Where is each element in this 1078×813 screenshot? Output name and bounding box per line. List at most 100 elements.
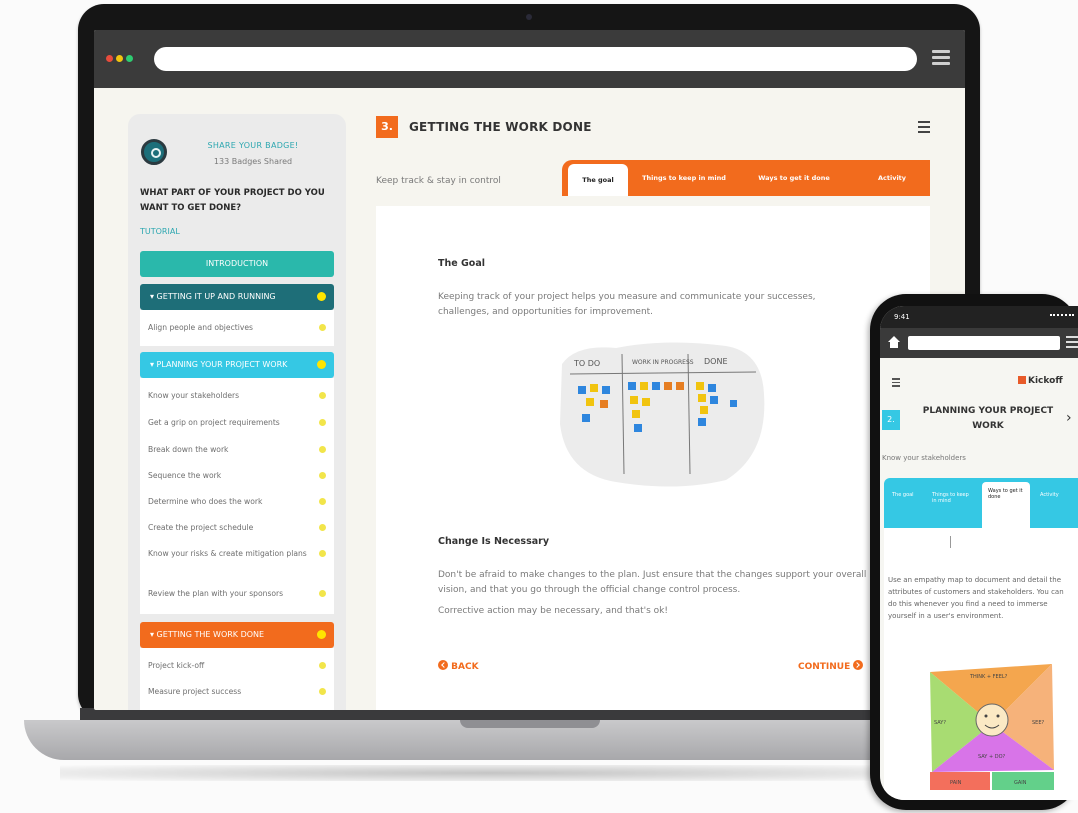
sidebar-item-kick-off[interactable]: Project kick-off (148, 660, 328, 671)
phone-tab-the-goal[interactable]: The goal (892, 492, 922, 498)
product-mockup-scene: SHARE YOUR BADGE! 133 Badges Shared WHAT… (0, 0, 1078, 813)
progress-dot-icon (317, 292, 326, 301)
chevron-right-icon[interactable]: › (1066, 410, 1072, 426)
menu-icon[interactable] (918, 121, 930, 133)
tab-ways-to-get-it-done[interactable]: Ways to get it done (744, 160, 844, 196)
phone-tab-things-to-keep[interactable]: Things to keep in mind (932, 492, 972, 504)
phone-status-bar: 9:41 (880, 306, 1078, 328)
map-label-pain: PAIN (950, 780, 962, 786)
sidebar-item-align-people[interactable]: Align people and objectives (148, 322, 328, 333)
status-dot-icon (319, 688, 326, 695)
status-dot-icon (319, 472, 326, 479)
kanban-todo-label: TO DO (573, 359, 600, 368)
sidebar-item-measure[interactable]: Measure project success (148, 686, 328, 697)
page-subtitle: Keep track & stay in control (376, 176, 501, 186)
phone-body-text: Use an empathy map to document and detai… (888, 576, 1064, 620)
phone-tab-activity[interactable]: Activity (1040, 492, 1076, 498)
badge-icon[interactable] (141, 139, 167, 165)
section-label: ▾ PLANNING YOUR PROJECT WORK (150, 360, 288, 369)
status-time: 9:41 (894, 313, 910, 321)
sidebar-item-stakeholders[interactable]: Know your stakeholders (148, 390, 328, 401)
tab-the-goal[interactable]: The goal (568, 164, 628, 196)
back-button[interactable]: BACK (438, 660, 479, 672)
planning-items-panel: Know your stakeholders Get a grip on pro… (140, 378, 334, 614)
phone-tab-ways-to-get-it-done[interactable]: Ways to get it done (982, 482, 1030, 528)
status-dot-icon (319, 550, 326, 557)
change-heading: Change Is Necessary (438, 536, 550, 547)
camera-icon (526, 14, 532, 20)
corrective-paragraph: Corrective action may be necessary, and … (438, 606, 669, 616)
section-work-done[interactable]: ▾ GETTING THE WORK DONE (140, 622, 334, 648)
phone-browser-menu-icon[interactable] (1066, 336, 1078, 350)
back-label: BACK (451, 662, 479, 672)
section-label: INTRODUCTION (205, 259, 269, 268)
map-label-say-do: SAY + DO? (978, 754, 1006, 760)
status-dot-icon (319, 662, 326, 669)
status-dot-icon (319, 590, 326, 597)
phone-screen: 9:41 Kickoff 2. PLANNING YOUR PROJECT WO… (880, 306, 1078, 800)
home-icon[interactable] (888, 336, 900, 348)
section-planning[interactable]: ▾ PLANNING YOUR PROJECT WORK (140, 352, 334, 378)
phone-tabs: The goal Things to keep in mind Ways to … (884, 478, 1078, 528)
kanban-wip-label: WORK IN PROGRESS (632, 359, 694, 366)
arrow-left-icon (438, 660, 448, 670)
signal-icon (1050, 314, 1074, 320)
sidebar-item-who-does[interactable]: Determine who does the work (148, 496, 328, 507)
tab-things-to-keep-in-mind[interactable]: Things to keep in mind (632, 160, 736, 196)
phone-content-card: Use an empathy map to document and detai… (884, 528, 1078, 800)
tab-activity[interactable]: Activity (858, 160, 926, 196)
map-label-say: SAY? (934, 720, 946, 726)
sidebar-question: WHAT PART OF YOUR PROJECT DO YOU WANT TO… (140, 188, 325, 213)
phone-browser-bar (880, 328, 1078, 358)
getting-items-panel: Align people and objectives (140, 310, 334, 346)
status-dot-icon (319, 498, 326, 505)
goal-heading: The Goal (438, 258, 485, 269)
tutorial-link[interactable]: TUTORIAL (140, 227, 180, 236)
maximize-window-icon[interactable] (126, 55, 133, 62)
phone-address-bar[interactable] (908, 336, 1060, 350)
brand-logo: Kickoff (1018, 376, 1063, 386)
sidebar-item-sequence[interactable]: Sequence the work (148, 470, 328, 481)
laptop-shadow (60, 765, 920, 781)
brand-name: Kickoff (1028, 376, 1063, 386)
browser-toolbar (94, 30, 965, 88)
status-dot-icon (319, 524, 326, 531)
status-dot-icon (319, 419, 326, 426)
sidebar-item-risks[interactable]: Know your risks & create mitigation plan… (148, 548, 328, 559)
map-label-see: SEE? (1032, 720, 1044, 726)
minimize-window-icon[interactable] (116, 55, 123, 62)
progress-dot-icon (317, 630, 326, 639)
map-label-gain: GAIN (1014, 780, 1027, 786)
workdone-items-panel: Project kick-off Measure project success (140, 648, 334, 710)
step-number-badge: 3. (376, 116, 398, 138)
change-paragraph: Don't be afraid to make changes to the p… (438, 570, 867, 595)
kanban-board-illustration: TO DO WORK IN PROGRESS DONE (560, 342, 765, 487)
content-tabs: The goal Things to keep in mind Ways to … (562, 160, 930, 196)
phone-menu-icon[interactable] (892, 378, 900, 387)
sidebar-item-requirements[interactable]: Get a grip on project requirements (148, 417, 328, 428)
sidebar-item-review[interactable]: Review the plan with your sponsors (148, 588, 328, 599)
share-badge-link[interactable]: SHARE YOUR BADGE! (188, 141, 318, 150)
section-getting-it-up[interactable]: ▾ GETTING IT UP AND RUNNING (140, 284, 334, 310)
map-label-think: THINK + FEEL? (969, 674, 1008, 680)
laptop-screen: SHARE YOUR BADGE! 133 Badges Shared WHAT… (94, 30, 965, 710)
sidebar-item-break-down[interactable]: Break down the work (148, 444, 328, 455)
section-label: ▾ GETTING THE WORK DONE (150, 630, 265, 639)
phone-stakeholders-label: Know your stakeholders (882, 454, 966, 462)
badges-shared-count: 133 Badges Shared (213, 157, 293, 166)
kanban-done-label: DONE (704, 357, 728, 366)
browser-menu-icon[interactable] (932, 50, 950, 66)
phone-step-badge: 2. (882, 410, 900, 430)
continue-label: CONTINUE (798, 662, 851, 672)
progress-dot-icon (317, 360, 326, 369)
course-sidebar: SHARE YOUR BADGE! 133 Badges Shared WHAT… (128, 114, 346, 710)
close-window-icon[interactable] (106, 55, 113, 62)
goal-paragraph: Keeping track of your project helps you … (438, 292, 816, 317)
continue-button[interactable]: CONTINUE (798, 660, 864, 672)
section-introduction[interactable]: INTRODUCTION (140, 251, 334, 277)
address-bar[interactable] (154, 47, 917, 71)
content-card: The Goal Keeping track of your project h… (376, 206, 930, 710)
status-dot-icon (319, 324, 326, 331)
sidebar-item-schedule[interactable]: Create the project schedule (148, 522, 328, 533)
empathy-map-illustration: THINK + FEEL? SAY? SEE? SAY + DO? PAIN G… (930, 664, 1054, 790)
